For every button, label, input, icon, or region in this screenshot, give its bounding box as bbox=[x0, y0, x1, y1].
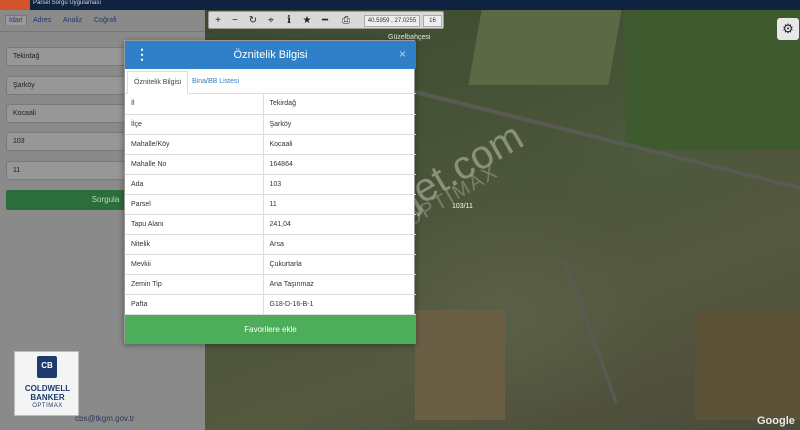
attribute-value: 241,04 bbox=[263, 214, 416, 235]
attribute-value: 103 bbox=[263, 174, 416, 195]
top-bar: Parsel Sorgu Uygulaması bbox=[0, 0, 800, 10]
attribute-key: Pafta bbox=[125, 294, 264, 315]
logo-line1: COLDWELL bbox=[24, 384, 71, 393]
attribute-value: Tekirdağ bbox=[263, 94, 416, 115]
favorite-icon[interactable]: ★ bbox=[300, 14, 314, 27]
refresh-icon[interactable]: ↻ bbox=[246, 14, 260, 27]
table-row: Mevkii Çukurtarla bbox=[125, 254, 416, 275]
logo-line2: BANKER bbox=[30, 393, 65, 402]
attribute-key: Nitelik bbox=[125, 234, 264, 255]
tab-adres[interactable]: Adres bbox=[33, 17, 51, 24]
measure-icon[interactable]: ━ bbox=[318, 14, 332, 27]
attribute-key: Mevkii bbox=[125, 254, 264, 275]
attribute-value: Kocaali bbox=[263, 134, 416, 155]
tab-bina-listesi[interactable]: Bina/BB Listesi bbox=[192, 78, 239, 85]
map-road bbox=[563, 260, 618, 403]
tab-oznitelik[interactable]: Öznitelik Bilgisi bbox=[127, 71, 189, 94]
add-favorite-button[interactable]: Favorilere ekle bbox=[125, 315, 416, 344]
attribute-value: 11 bbox=[263, 194, 416, 215]
zoom-in-icon[interactable]: + bbox=[211, 14, 225, 27]
table-row: Mahalle No 164864 bbox=[125, 154, 416, 175]
attribute-key: Mahalle No bbox=[125, 154, 264, 175]
table-row: Pafta G18-D-16-B-1 bbox=[125, 294, 416, 315]
attribute-modal: ⋮ Öznitelik Bilgisi × Öznitelik Bilgisi … bbox=[124, 40, 416, 344]
table-row: Mahalle/Köy Kocaali bbox=[125, 134, 416, 155]
print-icon[interactable]: ⎙ bbox=[339, 14, 353, 27]
coordinate-display: 40.5959 , 27.0255 bbox=[364, 15, 420, 27]
locate-icon[interactable]: ⌖ bbox=[264, 14, 278, 27]
attribute-value: G18-D-16-B-1 bbox=[263, 294, 416, 315]
attribute-value: Çukurtarla bbox=[263, 254, 416, 275]
cb-mark-text: CB bbox=[41, 361, 53, 370]
logo-line3: OPTIMAX bbox=[32, 403, 63, 409]
modal-tabs: Öznitelik Bilgisi Bina/BB Listesi bbox=[125, 69, 416, 94]
info-icon[interactable]: i bbox=[282, 14, 296, 27]
map-toolbar: + − ↻ ⌖ i ★ ━ ⎙ 40.5959 , 27.0255 16 bbox=[208, 11, 444, 29]
table-row: Parsel 11 bbox=[125, 194, 416, 215]
attribute-key: İlçe bbox=[125, 114, 264, 135]
attribute-key: Tapu Alanı bbox=[125, 214, 264, 235]
map-field bbox=[468, 10, 622, 85]
table-row: Tapu Alanı 241,04 bbox=[125, 214, 416, 235]
table-row: Ada 103 bbox=[125, 174, 416, 195]
cb-mark-icon: CB bbox=[37, 356, 57, 378]
table-row: İl Tekirdağ bbox=[125, 94, 416, 115]
modal-title: Öznitelik Bilgisi bbox=[233, 49, 308, 61]
app-logo bbox=[0, 0, 30, 10]
tab-cografi[interactable]: Coğrafi bbox=[94, 17, 117, 24]
attribute-key: Ada bbox=[125, 174, 264, 195]
attribute-key: Parsel bbox=[125, 194, 264, 215]
zoom-out-icon[interactable]: − bbox=[228, 14, 242, 27]
map-field bbox=[625, 10, 800, 150]
attribute-value: Şarköy bbox=[263, 114, 416, 135]
modal-header: ⋮ Öznitelik Bilgisi × bbox=[125, 41, 416, 69]
table-row: İlçe Şarköy bbox=[125, 114, 416, 135]
attribute-key: İl bbox=[125, 94, 264, 115]
tab-analiz[interactable]: Analiz bbox=[63, 17, 82, 24]
attribute-table: İl Tekirdağ İlçe Şarköy Mahalle/Köy Kocaali Ma… bbox=[125, 94, 416, 315]
close-icon[interactable]: × bbox=[399, 47, 406, 61]
footer-email[interactable]: cbs@tkgm.gov.tr bbox=[75, 414, 135, 423]
attribute-key: Zemin Tip bbox=[125, 274, 264, 295]
left-tabs: İdari Adres Analiz Coğrafi bbox=[0, 10, 205, 32]
attribute-value: Ana Taşınmaz bbox=[263, 274, 416, 295]
coldwell-banker-logo: CB COLDWELL BANKER OPTIMAX bbox=[14, 351, 79, 416]
tab-idari[interactable]: İdari bbox=[5, 15, 27, 25]
app-title: Parsel Sorgu Uygulaması bbox=[33, 0, 102, 6]
settings-gear-icon[interactable]: ⚙ bbox=[777, 18, 799, 40]
map-field bbox=[695, 310, 800, 420]
map-field bbox=[415, 310, 505, 420]
attribute-value: Arsa bbox=[263, 234, 416, 255]
google-attribution: Google bbox=[757, 415, 795, 427]
zoom-level: 16 bbox=[423, 15, 442, 27]
attribute-value: 164864 bbox=[263, 154, 416, 175]
table-row: Nitelik Arsa bbox=[125, 234, 416, 255]
attribute-key: Mahalle/Köy bbox=[125, 134, 264, 155]
table-row: Zemin Tip Ana Taşınmaz bbox=[125, 274, 416, 295]
